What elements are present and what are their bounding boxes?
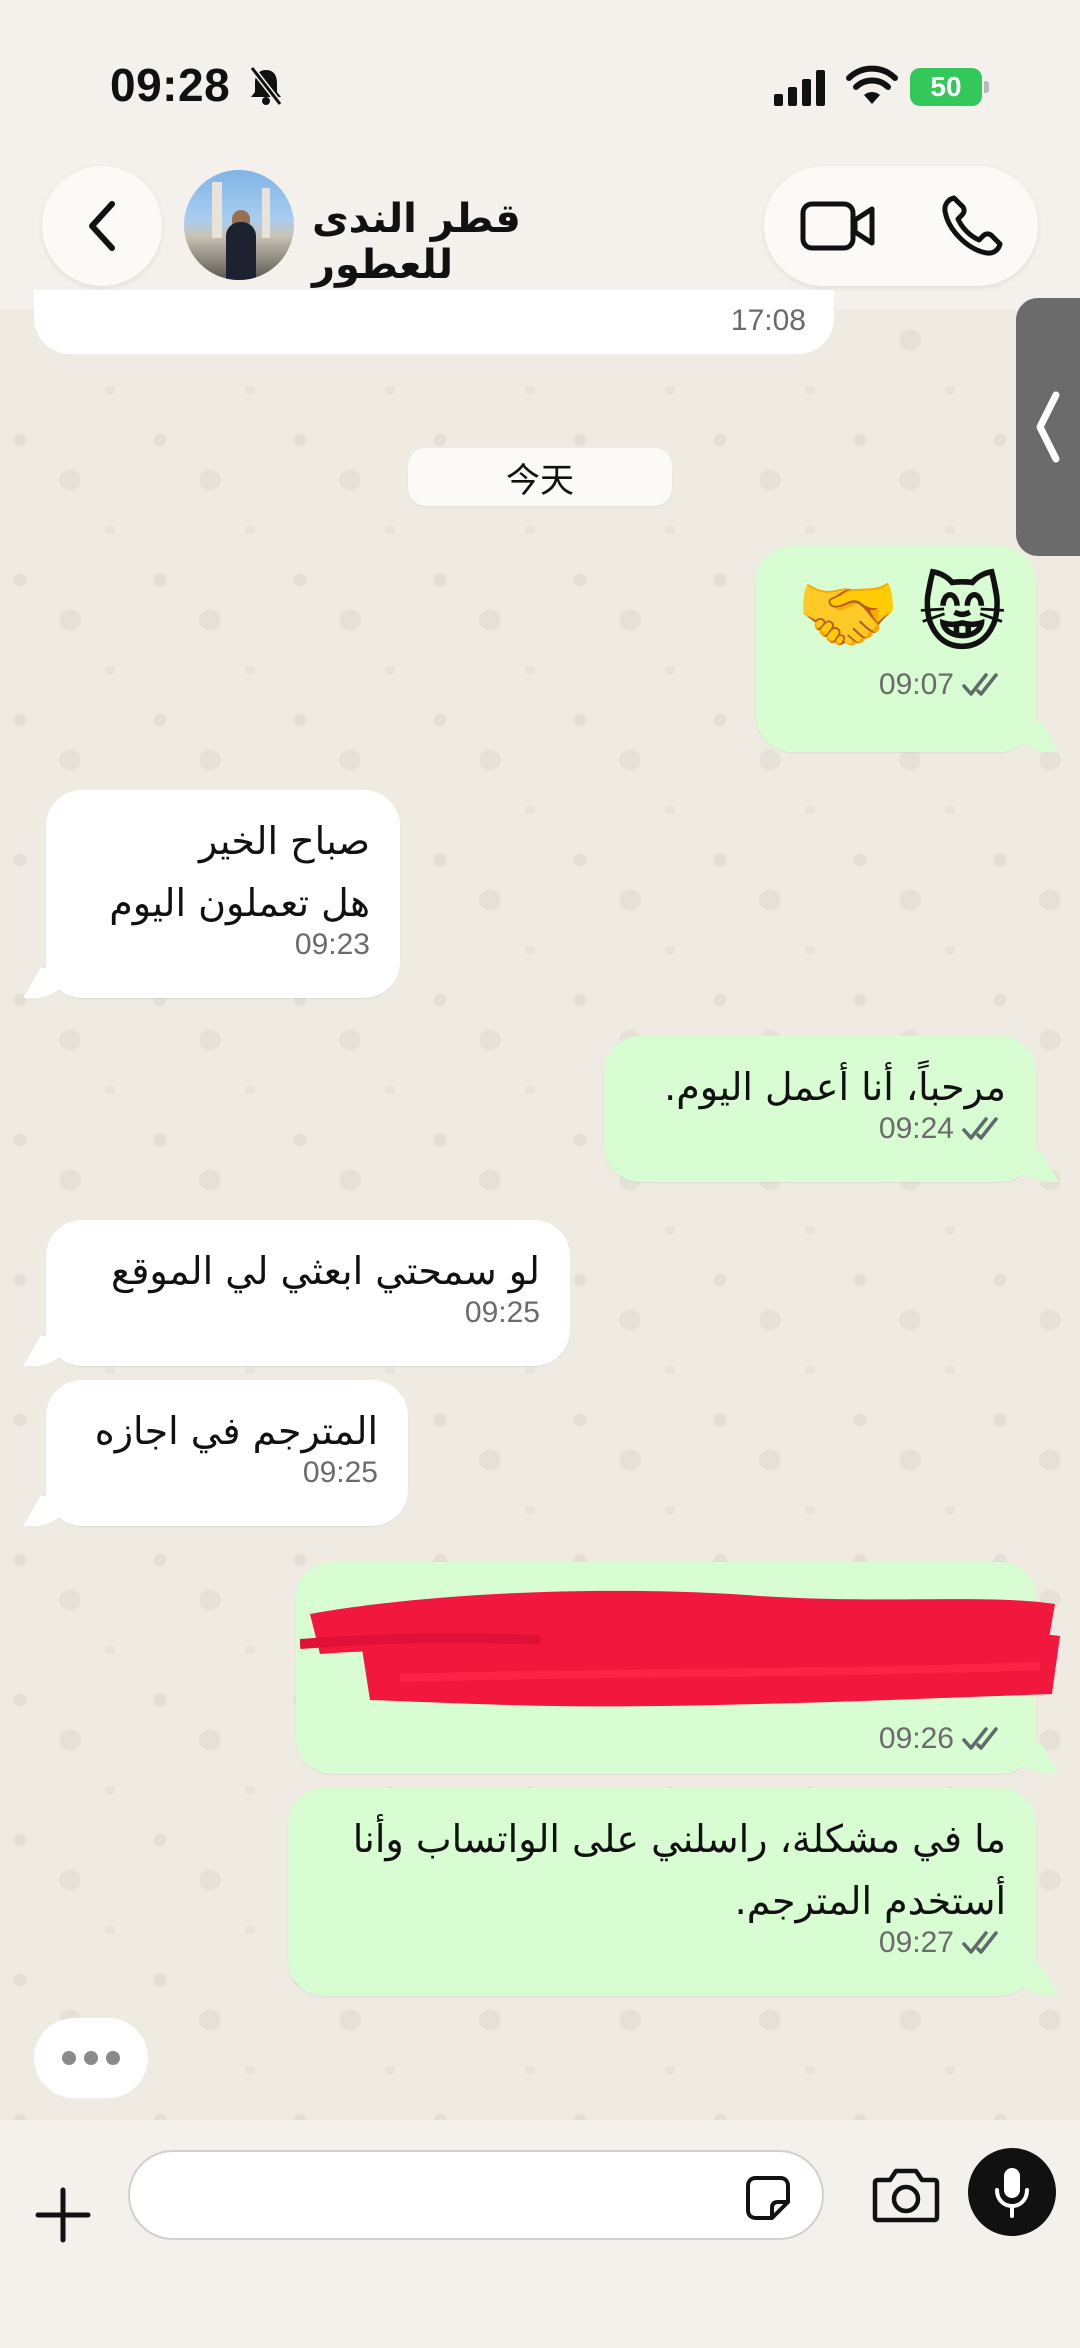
sticker-icon[interactable]	[744, 2174, 792, 2222]
chevron-left-icon	[1036, 391, 1060, 463]
message-time: 09:25	[302, 1456, 378, 1489]
message-meta: 09:27	[318, 1926, 1006, 1960]
typing-dot	[106, 2051, 120, 2065]
message-bubble-incoming[interactable]: لو سمحتي ابعثي لي الموقع 09:25	[46, 1220, 570, 1366]
contact-name[interactable]: قطر الندى للعطور	[312, 196, 642, 288]
message-time: 09:25	[464, 1296, 540, 1329]
bell-off-icon	[249, 66, 283, 106]
date-separator: 今天	[408, 448, 672, 506]
typing-dot	[84, 2051, 98, 2065]
message-time: 09:24	[878, 1112, 954, 1145]
voice-message-button[interactable]	[968, 2148, 1056, 2236]
chat-header: قطر الندى للعطور	[0, 160, 1080, 310]
double-check-icon	[962, 1117, 998, 1140]
message-time: 09:07	[878, 668, 954, 701]
message-bubble-incoming[interactable]: صباح الخير هل تعملون اليوم 09:23	[46, 790, 400, 998]
typing-dot	[62, 2051, 76, 2065]
battery-indicator: 50	[910, 68, 989, 106]
message-bubble-outgoing[interactable]: مرحباً، أنا أعمل اليوم. 09:24	[604, 1036, 1036, 1182]
message-bubble-outgoing[interactable]: 🤝 😸 09:07	[756, 546, 1036, 752]
message-text: ما في مشكلة، راسلني على الواتساب وأنا أس…	[352, 1817, 1006, 1923]
back-button[interactable]	[42, 166, 162, 286]
message-time: 17:08	[730, 304, 806, 337]
video-call-icon[interactable]	[800, 196, 876, 256]
wifi-icon	[846, 65, 898, 104]
message-time: 09:23	[294, 928, 370, 961]
grinning-cat-emoji: 😸	[918, 565, 1006, 663]
plus-icon[interactable]	[34, 2186, 92, 2244]
double-check-icon	[962, 673, 998, 696]
call-actions	[764, 166, 1038, 286]
emoji-row: 🤝 😸	[786, 566, 1006, 662]
message-composer	[0, 2120, 1080, 2348]
message-text: صباح الخير هل تعملون اليوم	[109, 819, 370, 925]
redaction-scribble	[300, 1590, 1060, 1707]
status-bar: 09:28 50	[0, 0, 1080, 160]
microphone-icon	[995, 2168, 1029, 2218]
message-meta: 09:26	[879, 1722, 1006, 1756]
message-time: 09:27	[878, 1926, 954, 1959]
message-text: مرحباً، أنا أعمل اليوم.	[664, 1065, 1006, 1109]
message-time: 09:26	[878, 1722, 954, 1755]
contact-avatar[interactable]	[184, 170, 294, 280]
message-meta: 09:07	[786, 668, 1006, 702]
message-text: لو سمحتي ابعثي لي الموقع	[111, 1249, 540, 1293]
double-check-icon	[962, 1931, 998, 1954]
status-time: 09:28	[110, 59, 231, 111]
previous-message-bubble: 17:08	[34, 290, 834, 354]
message-input[interactable]	[128, 2150, 824, 2240]
camera-icon[interactable]	[872, 2166, 940, 2224]
message-bubble-outgoing[interactable]: ما في مشكلة، راسلني على الواتساب وأنا أس…	[288, 1788, 1036, 1996]
message-bubble-incoming[interactable]: المترجم في اجازه 09:25	[46, 1380, 408, 1526]
double-check-icon	[962, 1727, 998, 1750]
typing-indicator	[34, 2018, 148, 2098]
chevron-left-icon	[89, 201, 115, 251]
handshake-emoji: 🤝	[795, 565, 901, 663]
cellular-signal-icon	[774, 70, 825, 106]
message-text: المترجم في اجازه	[94, 1409, 378, 1453]
phone-icon[interactable]	[940, 194, 1004, 258]
side-panel-handle[interactable]	[1016, 298, 1080, 556]
